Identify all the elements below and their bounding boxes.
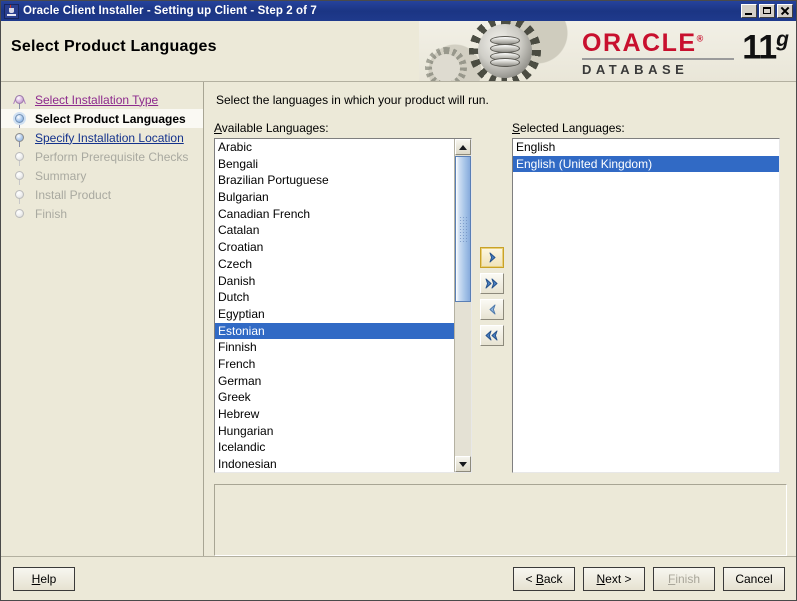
list-item[interactable]: German [215,373,454,390]
double-chevron-left-icon [484,329,500,342]
sidebar-item-label: Perform Prerequisite Checks [35,149,189,164]
selected-languages-label: Selected Languages: [512,121,625,135]
title-bar: Oracle Client Installer - Setting up Cli… [1,1,796,21]
wizard-step-list: Select Installation Type Select Product L… [1,90,203,223]
instruction-text: Select the languages in which your produ… [216,93,489,107]
next-button[interactable]: Next > [583,566,645,591]
chevron-right-icon [486,251,499,264]
minimize-button[interactable] [741,4,757,18]
oracle-version-badge: 11g [742,28,789,67]
list-item[interactable]: Brazilian Portuguese [215,172,454,189]
available-languages-items[interactable]: Arabic Bengali Brazilian Portuguese Bulgari… [215,139,454,472]
move-left-button[interactable] [480,299,504,320]
installer-window: Oracle Client Installer - Setting up Cli… [0,0,797,601]
double-chevron-right-icon [484,277,500,290]
list-item[interactable]: Finnish [215,339,454,356]
scroll-up-button[interactable] [455,139,471,155]
sidebar-item-select-installation-type[interactable]: Select Installation Type [1,90,203,109]
step-node-icon [13,93,26,106]
move-all-left-button[interactable] [480,325,504,346]
sidebar-item-label: Select Installation Type [35,92,159,107]
available-languages-group: Available Languages: Arabic Bengali Brazil… [214,121,472,473]
scroll-down-button[interactable] [455,456,471,472]
sidebar-item-finish: Finish [1,204,203,223]
step-node-icon [13,207,26,220]
cancel-button[interactable]: Cancel [723,566,785,591]
selected-languages-listbox[interactable]: English English (United Kingdom) [512,138,780,473]
list-item[interactable]: Bulgarian [215,189,454,206]
list-item[interactable]: Catalan [215,222,454,239]
chevron-left-icon [486,303,499,316]
window-controls [741,4,794,18]
move-right-button[interactable] [480,247,504,268]
footer-button-bar: Help < Back Next > Finish Cancel [1,556,796,600]
database-cylinder-icon [490,36,520,67]
window-body: Select Installation Type Select Product L… [1,82,796,556]
list-item[interactable]: Estonian [215,322,454,340]
step-node-icon [13,169,26,182]
java-coffee-cup-icon [4,3,19,19]
gear-icon-small [425,47,467,81]
list-item[interactable]: Dutch [215,289,454,306]
sidebar-item-label: Summary [35,168,87,183]
list-item[interactable]: Bengali [215,156,454,173]
selected-languages-items[interactable]: English English (United Kingdom) [513,139,779,472]
sidebar-item-label: Select Product Languages [35,111,186,126]
sidebar-item-install-product: Install Product [1,185,203,204]
help-button[interactable]: Help [13,566,75,591]
language-transfer-area: Available Languages: Arabic Bengali Brazil… [214,121,787,473]
sidebar-item-label: Finish [35,206,68,221]
sidebar-item-label: Specify Installation Location [35,130,184,145]
list-item[interactable]: Hebrew [215,406,454,423]
list-item[interactable]: English (United Kingdom) [513,155,779,173]
step-node-icon [13,188,26,201]
step-node-icon [13,131,26,144]
available-languages-label: Available Languages: [214,121,329,135]
page-header: Select Product Languages ORACLE® DATABAS… [1,21,796,82]
list-item[interactable]: Icelandic [215,439,454,456]
selected-languages-group: Selected Languages: English English (Unit… [512,121,780,473]
list-item[interactable]: Greek [215,389,454,406]
message-panel [214,484,787,556]
list-item[interactable]: Egyptian [215,306,454,323]
list-item[interactable]: Canadian French [215,206,454,223]
step-node-icon [13,112,26,125]
move-all-right-button[interactable] [480,273,504,294]
step-node-icon [13,150,26,163]
sidebar-item-perform-prerequisite-checks: Perform Prerequisite Checks [1,147,203,166]
list-item[interactable]: Czech [215,256,454,273]
list-item[interactable]: Hungarian [215,423,454,440]
sidebar-item-select-product-languages[interactable]: Select Product Languages [1,109,203,128]
list-item[interactable]: Danish [215,273,454,290]
available-languages-listbox[interactable]: Arabic Bengali Brazilian Portuguese Bulgari… [214,138,472,473]
close-button[interactable] [777,4,793,18]
page-title: Select Product Languages [11,38,217,55]
list-item[interactable]: Arabic [215,139,454,156]
window-title: Oracle Client Installer - Setting up Cli… [23,5,317,17]
scrollbar-grip-icon [459,216,467,242]
sidebar-item-summary: Summary [1,166,203,185]
list-item[interactable]: Croatian [215,239,454,256]
scrollbar-thumb[interactable] [455,156,471,302]
maximize-button[interactable] [759,4,775,18]
wizard-steps-sidebar: Select Installation Type Select Product L… [1,82,204,556]
back-button[interactable]: < Back [513,566,575,591]
list-item[interactable]: English [513,139,779,156]
transfer-button-column [472,121,512,346]
sidebar-item-label: Install Product [35,187,112,202]
finish-button: Finish [653,566,715,591]
available-languages-scrollbar[interactable] [454,139,471,472]
logo-divider [582,58,734,60]
navigation-buttons: < Back Next > Finish Cancel [513,566,785,591]
list-item[interactable]: French [215,356,454,373]
sidebar-item-specify-installation-location[interactable]: Specify Installation Location [1,128,203,147]
content-pane: Select the languages in which your produ… [204,82,796,556]
list-item[interactable]: Indonesian [215,456,454,472]
oracle-banner-graphic: ORACLE® DATABASE 11g [419,21,796,81]
